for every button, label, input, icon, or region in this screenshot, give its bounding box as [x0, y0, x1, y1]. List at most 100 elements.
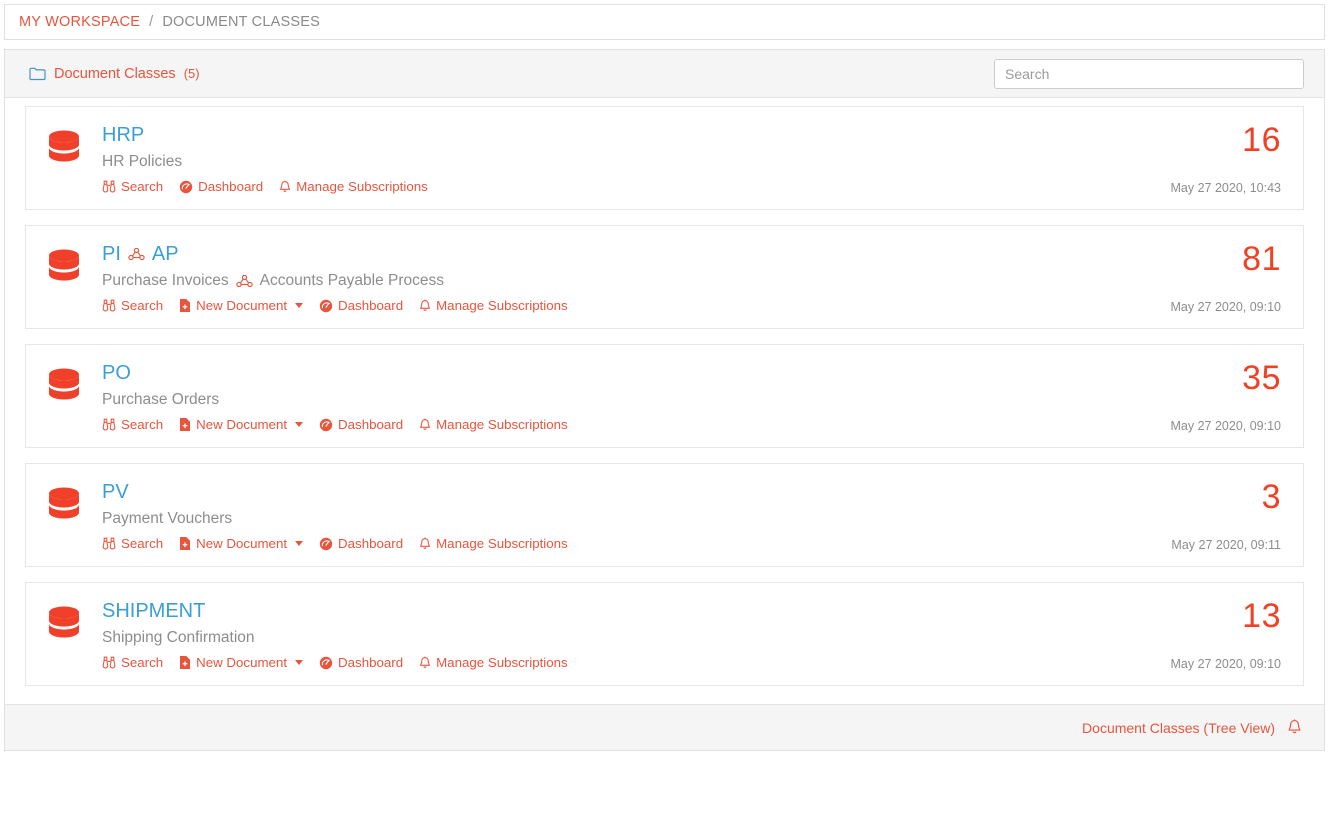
- document-class-card[interactable]: PIAPPurchase InvoicesAccounts Payable Pr…: [25, 225, 1304, 329]
- action-manage-subscriptions[interactable]: Manage Subscriptions: [419, 417, 568, 432]
- action-label: Manage Subscriptions: [436, 536, 568, 551]
- action-dashboard[interactable]: Dashboard: [319, 298, 403, 313]
- last-modified-timestamp: May 27 2020, 09:10: [1171, 419, 1282, 433]
- action-label: Search: [121, 417, 163, 432]
- card-title[interactable]: HRP: [102, 123, 1151, 147]
- action-label: Dashboard: [338, 298, 403, 313]
- card-code-suffix: AP: [152, 242, 179, 266]
- card-title[interactable]: PI AP: [102, 242, 1151, 266]
- dashboard-gauge-icon: [319, 299, 333, 313]
- new-document-icon: [179, 417, 191, 432]
- project-diagram-icon: [236, 275, 253, 288]
- binoculars-icon: [102, 656, 116, 669]
- card-actions: Search New Document Dashboard Manage Subscr…: [102, 298, 1151, 313]
- card-description-text: Shipping Confirmation: [102, 628, 255, 648]
- action-manage-subscriptions[interactable]: Manage Subscriptions: [419, 655, 568, 670]
- dashboard-gauge-icon: [319, 418, 333, 432]
- document-classes-panel: Document Classes (5) HRPHR PoliciesSearc…: [4, 49, 1325, 751]
- action-label: Manage Subscriptions: [436, 655, 568, 670]
- action-dashboard[interactable]: Dashboard: [319, 536, 403, 551]
- bell-icon: [279, 180, 291, 194]
- action-new-document[interactable]: New Document: [179, 298, 303, 313]
- last-modified-timestamp: May 27 2020, 09:10: [1171, 657, 1282, 671]
- card-code: PV: [102, 480, 129, 504]
- action-label: Manage Subscriptions: [296, 179, 428, 194]
- card-code: HRP: [102, 123, 144, 147]
- document-class-card[interactable]: HRP HR Policies Search Dashboard Manage Subs…: [25, 106, 1304, 210]
- card-meta: 13May 27 2020, 09:10: [1151, 599, 1282, 671]
- bell-icon: [419, 418, 431, 432]
- action-label: Dashboard: [338, 536, 403, 551]
- action-search[interactable]: Search: [102, 298, 163, 313]
- breadcrumb-current: DOCUMENT CLASSES: [162, 14, 320, 30]
- action-label: New Document: [196, 417, 287, 432]
- action-label: Search: [121, 536, 163, 551]
- card-title[interactable]: PV: [102, 480, 1151, 504]
- card-description-text: Purchase Invoices: [102, 271, 229, 291]
- card-body: SHIPMENT Shipping Confirmation Search New D…: [98, 599, 1151, 670]
- action-dashboard[interactable]: Dashboard: [319, 417, 403, 432]
- last-modified-timestamp: May 27 2020, 10:43: [1171, 181, 1282, 195]
- caret-down-icon: [295, 303, 303, 308]
- panel-footer: Document Classes (Tree View): [5, 704, 1324, 750]
- database-icon: [46, 599, 98, 643]
- bell-icon: [419, 299, 431, 313]
- breadcrumb-separator: /: [149, 14, 153, 30]
- action-new-document[interactable]: New Document: [179, 655, 303, 670]
- action-new-document[interactable]: New Document: [179, 417, 303, 432]
- binoculars-icon: [102, 537, 116, 550]
- new-document-icon: [179, 536, 191, 551]
- action-label: New Document: [196, 655, 287, 670]
- action-search[interactable]: Search: [102, 655, 163, 670]
- card-body: PIAPPurchase InvoicesAccounts Payable Pr…: [98, 242, 1151, 313]
- breadcrumb: MY WORKSPACE / DOCUMENT CLASSES: [4, 4, 1325, 40]
- caret-down-icon: [295, 660, 303, 665]
- bell-icon[interactable]: [1287, 719, 1302, 736]
- action-search[interactable]: Search: [102, 417, 163, 432]
- action-manage-subscriptions[interactable]: Manage Subscriptions: [419, 298, 568, 313]
- card-body: HRP HR Policies Search Dashboard Manage Subs…: [98, 123, 1151, 194]
- card-code: PI: [102, 242, 121, 266]
- document-class-card[interactable]: PV Payment Vouchers Search New Document Dash…: [25, 463, 1304, 567]
- database-icon: [46, 361, 98, 405]
- database-icon: [46, 480, 98, 524]
- action-dashboard[interactable]: Dashboard: [319, 655, 403, 670]
- document-class-card[interactable]: SHIPMENT Shipping Confirmation Search New D…: [25, 582, 1304, 686]
- action-search[interactable]: Search: [102, 536, 163, 551]
- card-description-text: Payment Vouchers: [102, 509, 232, 529]
- dashboard-gauge-icon: [319, 537, 333, 551]
- card-actions: Search New Document Dashboard Manage Subscr…: [102, 655, 1151, 670]
- search-input[interactable]: [994, 59, 1304, 89]
- tree-view-link[interactable]: Document Classes (Tree View): [1082, 720, 1275, 736]
- action-dashboard[interactable]: Dashboard: [179, 179, 263, 194]
- card-meta: 3May 27 2020, 09:11: [1151, 480, 1281, 552]
- card-actions: Search New Document Dashboard Manage Subscr…: [102, 536, 1151, 551]
- new-document-icon: [179, 655, 191, 670]
- action-label: Dashboard: [338, 417, 403, 432]
- page-root: MY WORKSPACE / DOCUMENT CLASSES Document…: [0, 0, 1329, 751]
- card-actions: Search Dashboard Manage Subscriptions: [102, 179, 1151, 194]
- action-manage-subscriptions[interactable]: Manage Subscriptions: [419, 536, 568, 551]
- bell-icon: [419, 656, 431, 670]
- caret-down-icon: [295, 541, 303, 546]
- document-classes-list: HRP HR Policies Search Dashboard Manage Subs…: [5, 98, 1324, 704]
- document-count: 16: [1171, 123, 1282, 157]
- card-code: SHIPMENT: [102, 599, 205, 623]
- action-search[interactable]: Search: [102, 179, 163, 194]
- card-description: Shipping Confirmation: [102, 628, 1151, 648]
- card-title[interactable]: SHIPMENT: [102, 599, 1151, 623]
- action-label: Search: [121, 179, 163, 194]
- document-count: 35: [1171, 361, 1282, 395]
- card-meta: 81May 27 2020, 09:10: [1151, 242, 1282, 314]
- breadcrumb-link-workspace[interactable]: MY WORKSPACE: [19, 14, 140, 30]
- card-actions: Search New Document Dashboard Manage Subscr…: [102, 417, 1151, 432]
- card-description: HR Policies: [102, 152, 1151, 172]
- card-meta: 35 May 27 2020, 09:10: [1151, 361, 1282, 433]
- document-class-card[interactable]: POPurchase OrdersSearchNew DocumentDashb…: [25, 344, 1304, 448]
- card-code: PO: [102, 361, 131, 385]
- action-new-document[interactable]: New Document: [179, 536, 303, 551]
- card-description: Payment Vouchers: [102, 509, 1151, 529]
- bell-icon: [419, 537, 431, 551]
- card-title[interactable]: PO: [102, 361, 1151, 385]
- action-manage-subscriptions[interactable]: Manage Subscriptions: [279, 179, 428, 194]
